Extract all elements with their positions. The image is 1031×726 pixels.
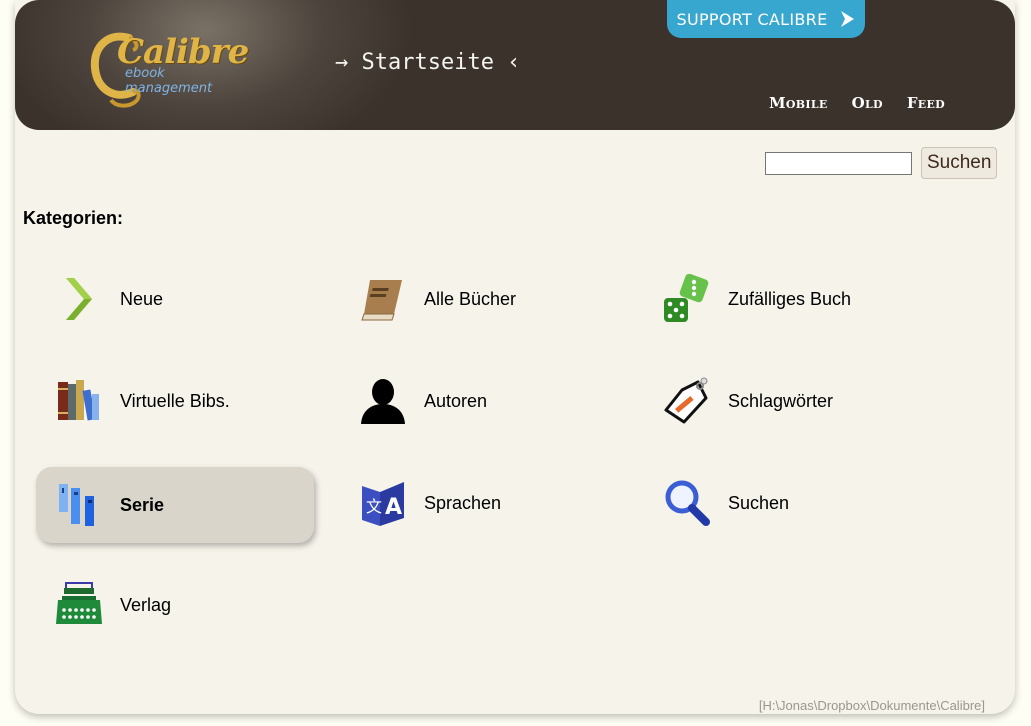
category-label: Zufälliges Buch [728,288,852,309]
nav-mobile-link[interactable]: Mobile [769,94,828,112]
series-icon [59,484,94,526]
category-label: Alle Bücher [424,288,517,309]
category-label: Schlagwörter [728,390,834,411]
category-label: Serie [120,494,165,515]
category-label: Suchen [728,492,790,513]
category-label: Autoren [424,390,488,411]
category-neue[interactable]: Neue [36,261,314,337]
nav-old-link[interactable]: Old [852,94,883,112]
nav-feed-link[interactable]: Feed [907,94,945,112]
page-container: Calibre ebook management → Startseite ‹ … [15,0,1015,714]
typewriter-icon [56,582,102,624]
category-label: Neue [120,288,164,309]
category-autoren[interactable]: Autoren [340,363,618,439]
tag-icon [664,377,708,424]
category-serie[interactable]: Serie [36,467,314,543]
category-verlag[interactable]: Verlag [36,567,314,643]
logo-subtitle: ebook management [125,66,213,96]
user-silhouette-icon [361,379,405,424]
arrow-right-icon [840,11,854,27]
category-label: Verlag [120,594,172,615]
category-sprachen[interactable]: 文 A Sprachen [340,465,618,541]
categories-heading: Kategorien: [23,208,124,228]
category-label: Virtuelle Bibs. [120,390,230,411]
header: Calibre ebook management → Startseite ‹ … [15,0,1015,130]
search-input[interactable] [765,151,912,175]
library-path: [H:\Jonas\Dropbox\Dokumente\Calibre] [758,698,985,713]
svg-text:文: 文 [366,497,382,516]
search-button[interactable]: Suchen [921,147,998,179]
category-suchen[interactable]: Suchen [644,465,922,541]
category-zufaelliges-buch[interactable]: Zufälliges Buch [644,261,922,337]
top-navigation: Mobile Old Feed [769,94,945,112]
language-icon: 文 A [362,482,404,526]
calibre-logo[interactable]: Calibre ebook management [89,28,249,112]
support-calibre-button[interactable]: SUPPORT CALIBRE [667,0,865,38]
category-schlagwoerter[interactable]: Schlagwörter [644,363,922,439]
svg-text:A: A [385,495,402,520]
search-form: Suchen [765,147,998,179]
bookshelf-icon [58,380,99,421]
support-label: SUPPORT CALIBRE [676,9,828,29]
category-virtuelle-bibs[interactable]: Virtuelle Bibs. [36,363,314,439]
category-label: Sprachen [424,492,502,513]
breadcrumb: → Startseite ‹ [335,50,521,75]
magnifier-icon [665,480,710,526]
dice-icon [664,274,709,322]
chevron-right-icon [66,278,92,320]
category-alle-buecher[interactable]: Alle Bücher [340,261,618,337]
book-icon [361,280,402,321]
